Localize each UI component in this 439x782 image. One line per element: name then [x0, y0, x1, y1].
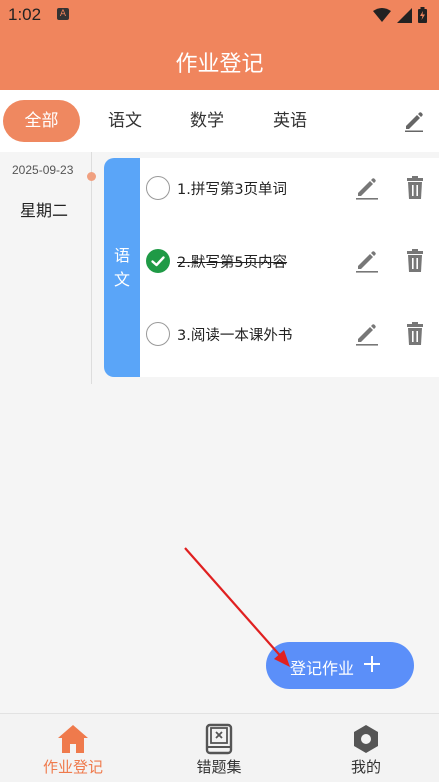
delete-task-trash-icon[interactable]: [404, 322, 426, 346]
task-checkbox[interactable]: [146, 176, 170, 200]
task-item: 3.阅读一本课外书: [140, 304, 439, 377]
status-bar: 1:02 A: [0, 0, 439, 30]
delete-task-trash-icon[interactable]: [404, 249, 426, 273]
pencil-icon[interactable]: [403, 110, 425, 132]
edit-task-pencil-icon[interactable]: [355, 322, 379, 346]
add-homework-button[interactable]: 登记作业: [266, 642, 414, 689]
add-homework-label: 登记作业: [290, 659, 355, 678]
check-icon: [151, 256, 165, 267]
subject-label: 语文: [104, 158, 140, 377]
book-icon: [205, 723, 233, 755]
tab-math[interactable]: 数学: [174, 100, 240, 142]
task-checkbox-checked[interactable]: [146, 249, 170, 273]
tab-all[interactable]: 全部: [3, 100, 80, 142]
subject-name: 语文: [113, 245, 130, 289]
page-title: 作业登记: [175, 52, 264, 77]
tab-english[interactable]: 英语: [257, 100, 323, 142]
task-text: 3.阅读一本课外书: [177, 328, 293, 344]
task-text: 2.默写第5页内容: [177, 255, 288, 271]
nav-homework-register[interactable]: 作业登记: [0, 714, 146, 782]
edit-task-pencil-icon[interactable]: [355, 249, 379, 273]
task-checkbox[interactable]: [146, 322, 170, 346]
day-weekday: 星期二: [20, 201, 69, 220]
nav-mine[interactable]: 我的: [293, 714, 439, 782]
home-icon: [58, 725, 88, 753]
timeline-dot: [87, 172, 96, 181]
android-a-icon: A: [57, 8, 69, 20]
day-date: 2025-09-23: [12, 163, 74, 177]
wifi-icon: [373, 7, 391, 22]
nav-label: 我的: [350, 758, 381, 776]
task-text: 1.拼写第3页单词: [177, 182, 288, 198]
nav-label: 错题集: [196, 758, 242, 776]
app-bar: 作业登记: [0, 30, 439, 90]
nav-label: 作业登记: [42, 758, 103, 776]
tab-chinese[interactable]: 语文: [92, 100, 158, 142]
battery-icon: [418, 7, 427, 23]
nav-wrong-questions[interactable]: 错题集: [146, 714, 292, 782]
task-item: 1.拼写第3页单词: [140, 158, 439, 231]
plus-icon: [364, 656, 380, 672]
subject-card: 语文 1.拼写第3页单词 2.默写第5页内容 3.阅读一本课外书: [104, 158, 439, 377]
status-time: 1:02: [8, 5, 42, 24]
edit-task-pencil-icon[interactable]: [355, 176, 379, 200]
task-item: 2.默写第5页内容: [140, 231, 439, 304]
hexagon-icon: [354, 725, 378, 753]
timeline-line: [91, 152, 92, 384]
subject-tabs: 全部 语文 数学 英语: [0, 90, 439, 152]
delete-task-trash-icon[interactable]: [404, 176, 426, 200]
bottom-nav: 作业登记 错题集 我的: [0, 713, 439, 782]
signal-icon: [397, 7, 412, 23]
